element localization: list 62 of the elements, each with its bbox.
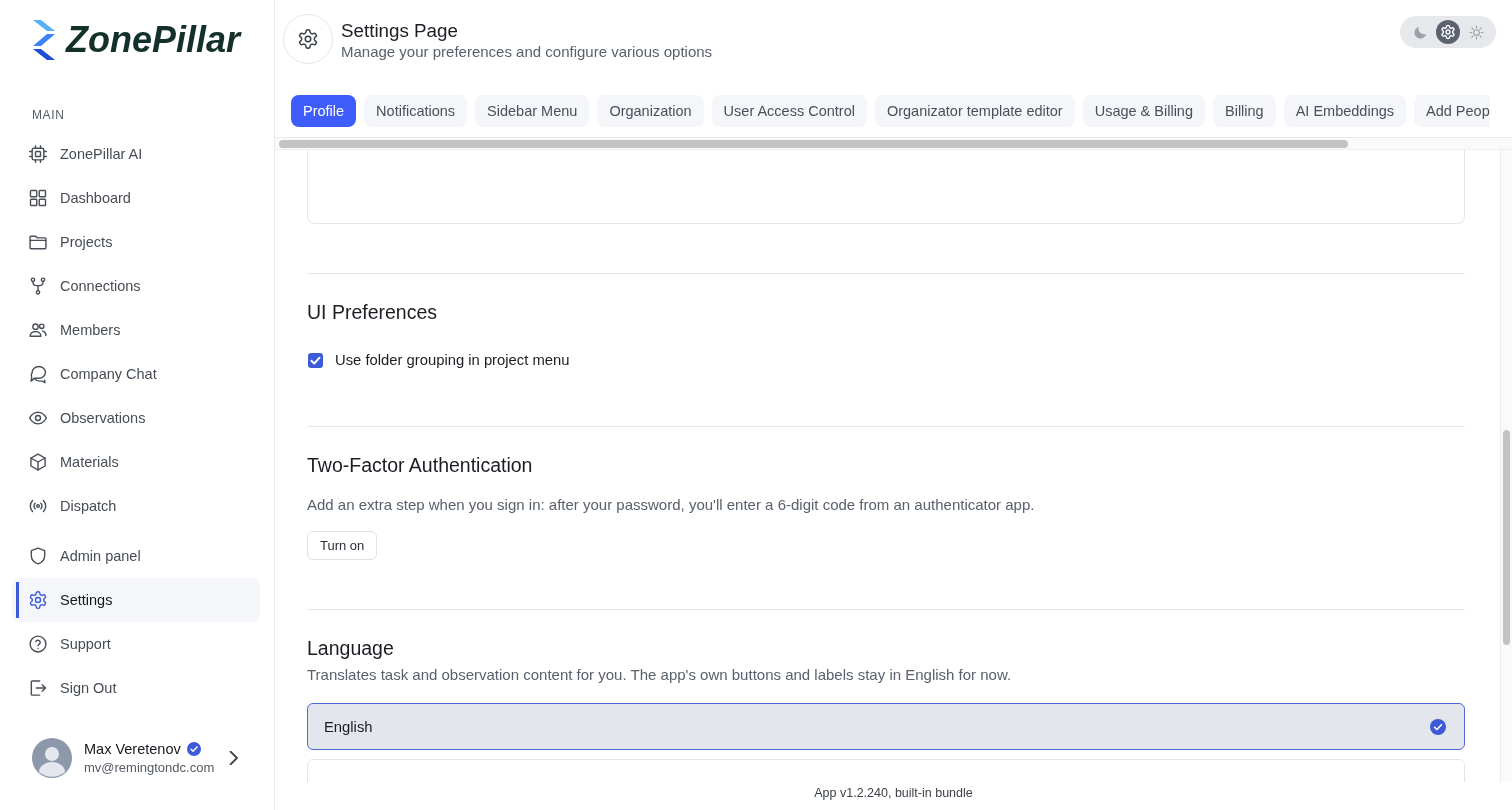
chevron-right-icon[interactable] — [228, 751, 240, 765]
settings-icon — [283, 14, 333, 64]
grid-icon — [28, 188, 48, 208]
settings-icon — [28, 590, 48, 610]
vertical-scrollbar[interactable] — [1500, 150, 1512, 782]
scrollbar-thumb[interactable] — [1503, 430, 1510, 645]
section-label: MAIN — [31, 107, 66, 123]
nav-item[interactable]: Support — [12, 622, 260, 666]
tab[interactable]: Sidebar Menu — [475, 95, 590, 127]
language-option[interactable]: English — [307, 703, 1465, 750]
avatar[interactable] — [32, 738, 72, 778]
sign-out-icon — [28, 678, 48, 698]
nav-item[interactable]: ZonePillar AI — [12, 132, 260, 176]
nav-item[interactable]: Materials — [12, 440, 260, 484]
section-title: UI Preferences — [307, 300, 439, 324]
scrollbar-thumb[interactable] — [279, 140, 1348, 148]
tab[interactable]: User Access Control — [711, 95, 867, 127]
chip-icon — [28, 144, 48, 164]
nav-item[interactable]: Connections — [12, 264, 260, 308]
nav-item[interactable]: Settings — [12, 578, 260, 622]
page-title: Settings Page — [341, 19, 458, 43]
tab[interactable]: Billing — [1213, 95, 1276, 127]
turn-on-button[interactable]: Turn on — [307, 531, 378, 560]
user-name: Max Veretenov — [84, 740, 181, 758]
nav-item[interactable]: Dashboard — [12, 176, 260, 220]
tab[interactable]: Add Peop — [1414, 95, 1490, 127]
user-email: mv@remingtondc.com — [84, 759, 215, 776]
nav-item[interactable]: Sign Out — [12, 666, 260, 710]
option-label: Use folder grouping in project menu — [335, 352, 570, 368]
theme-switch[interactable] — [1400, 16, 1496, 48]
section-title: Language — [307, 636, 395, 660]
gear-icon[interactable] — [1436, 20, 1460, 44]
brand-name: ZonePillar — [66, 20, 241, 60]
page-subtitle: Manage your preferences and configure various options — [341, 43, 713, 61]
shield-icon — [28, 546, 48, 566]
nav-item[interactable]: Company Chat — [12, 352, 260, 396]
help-icon — [28, 634, 48, 654]
cube-icon — [28, 452, 48, 472]
tab[interactable]: Organizator template editor — [874, 95, 1075, 127]
tab[interactable]: AI Embeddings — [1283, 95, 1406, 127]
nav-item[interactable]: Observations — [12, 396, 260, 440]
nav-item[interactable]: Projects — [12, 220, 260, 264]
sun-icon[interactable] — [1468, 24, 1484, 40]
branch-icon — [28, 276, 48, 296]
nav-item[interactable]: Dispatch — [12, 484, 260, 528]
moon-icon[interactable] — [1412, 24, 1428, 40]
nav-item[interactable]: Admin panel — [12, 534, 260, 578]
version-label: App v1.2.240, built-in bundle — [814, 785, 973, 801]
nav-item[interactable]: Members — [12, 308, 260, 352]
section-title: Two-Factor Authentication — [307, 453, 534, 477]
tab[interactable]: Usage & Billing — [1082, 95, 1205, 127]
section-description: Add an extra step when you sign in: after your password, you'll enter a 6-digit code from an authenticator app. — [307, 495, 1036, 515]
section-description: Translates task and observation content for you. The app's own buttons and labels stay in English for now. — [307, 665, 1013, 685]
tab[interactable]: Organization — [597, 95, 704, 127]
tab[interactable]: Notifications — [364, 95, 468, 127]
folder-icon — [28, 232, 48, 252]
chat-icon — [28, 364, 48, 384]
check-icon — [1430, 718, 1446, 735]
horizontal-scrollbar[interactable] — [275, 137, 1512, 150]
people-icon — [28, 320, 48, 340]
tab[interactable]: Profile — [291, 95, 357, 127]
checkbox[interactable] — [308, 352, 323, 368]
